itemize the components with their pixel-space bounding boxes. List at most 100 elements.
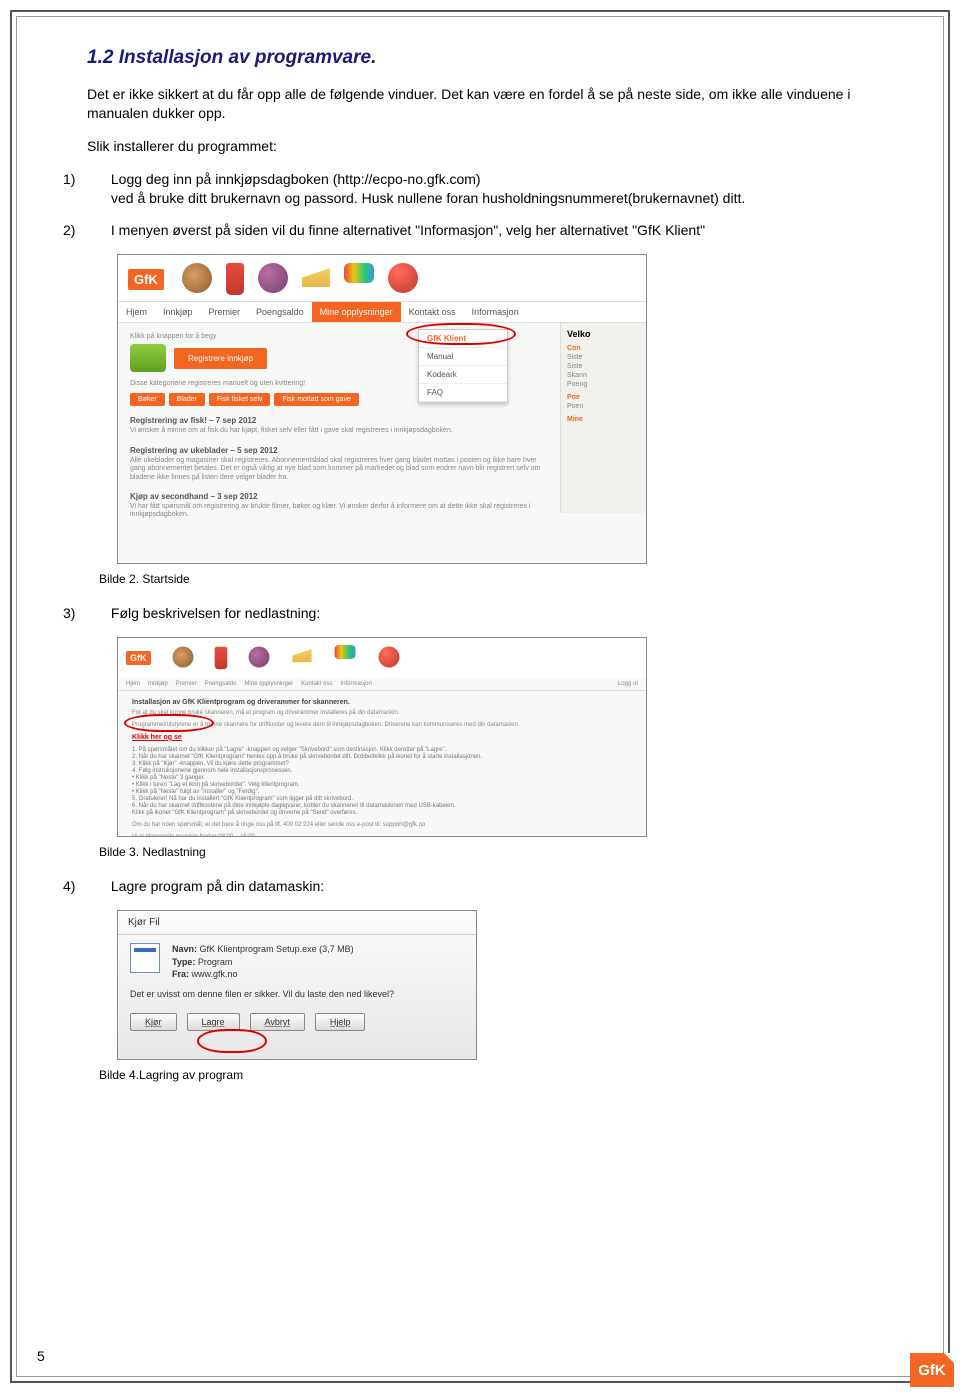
news-3-body: Vi har fått spørsmål om registrering av … — [130, 503, 548, 520]
product-onion-icon — [258, 263, 288, 293]
step-2: 2) I menyen øverst på siden vil du finne… — [87, 221, 873, 240]
news-1-title: Registrering av fisk! – 7 sep 2012 — [130, 416, 548, 425]
tab-mineopplysninger[interactable]: Mine opplysninger — [312, 302, 401, 322]
ss2-heading: Installasjon av GfK Klientprogram og dri… — [132, 699, 632, 706]
news-1: Registrering av fisk! – 7 sep 2012 Vi øn… — [130, 416, 548, 435]
sidebar-line: Siste — [567, 354, 640, 361]
ss2-content: Installasjon av GfK Klientprogram og dri… — [118, 691, 646, 837]
product-bowl-icon — [182, 263, 212, 293]
tab-premier[interactable]: Premier — [176, 681, 197, 687]
ss1-body: Klikk på knappen for å begy Registrere i… — [118, 323, 646, 513]
product-candy-icon — [344, 263, 374, 283]
product-icons-row — [170, 263, 636, 295]
register-button[interactable]: Registrere innkjøp — [174, 348, 267, 369]
ss2-header: GfK — [118, 638, 646, 678]
screenshot-nedlastning: GfK Hjem Innkjøp Premier Poengsaldo Mine… — [117, 637, 647, 837]
dd-faq[interactable]: FAQ — [419, 384, 507, 402]
dd-manual[interactable]: Manual — [419, 348, 507, 366]
kjor-button[interactable]: Kjør — [130, 1013, 177, 1031]
ss2-step: 5. Gratulerer! Nå har du installert "GfK… — [132, 796, 632, 802]
sidebar-h-mine: Mine — [567, 416, 640, 423]
cat-fiskselv[interactable]: Fisk fisket selv — [209, 393, 271, 406]
cat-blader[interactable]: Blader — [169, 393, 205, 406]
product-candy-icon — [334, 645, 355, 659]
news-1-body: Vi ønsker å minne om at fisk du har kjøp… — [130, 427, 548, 435]
sidebar-welcome: Velko — [567, 329, 640, 339]
dialog-title: Kjør Fil — [118, 911, 476, 935]
ss2-step-list: 1. På spørsmålet om du klikker på "Lagre… — [132, 747, 632, 816]
step-3-number: 3) — [87, 604, 107, 623]
row-type-label: Type: — [172, 957, 195, 967]
logout-link[interactable]: Logg ut — [618, 681, 638, 687]
gfk-logo-badge: GfK — [128, 269, 164, 290]
ss2-step: Klikk på ikonet "GfK Klientprogram" på s… — [132, 810, 632, 816]
ss1-sidebar: Velko Con Siste Siste Skann Poeng Poe Po… — [560, 323, 646, 513]
tab-hjem[interactable]: Hjem — [118, 302, 155, 322]
row-fra-label: Fra: — [172, 969, 189, 979]
ss1-header: GfK — [118, 255, 646, 301]
product-apple-icon — [378, 647, 399, 668]
gfk-logo-badge: GfK — [126, 651, 151, 665]
ss2-step: • Klikk på "Neste" fulgt av "Installer" … — [132, 789, 632, 795]
hjelp-button[interactable]: Hjelp — [315, 1013, 366, 1031]
gfk-corner-logo: GfK — [910, 1353, 954, 1387]
caption-bilde-2: Bilde 2. Startside — [99, 572, 873, 586]
step-3: 3) Følg beskrivelsen for nedlastning: — [87, 604, 873, 623]
row-fra-value: www.gfk.no — [192, 969, 238, 979]
dialog-info-rows: Navn: GfK Klientprogram Setup.exe (3,7 M… — [172, 943, 354, 981]
step-4-text: Lagre program på din datamaskin: — [107, 878, 324, 894]
news-3-title: Kjøp av secondhand – 3 sep 2012 — [130, 492, 548, 501]
row-type-value: Program — [198, 957, 233, 967]
highlight-oval-lagre — [197, 1029, 267, 1053]
highlight-oval-gfkclient — [406, 323, 516, 345]
step-1: 1) Logg deg inn på innkjøpsdagboken (htt… — [87, 170, 873, 208]
dialog-button-row: Kjør Lagre Avbryt Hjelp — [118, 1007, 476, 1041]
intro-paragraph: Det er ikke sikkert at du får opp alle d… — [87, 85, 873, 123]
ss2-step: • Klikk i turen "Lag et ikon på skrivebo… — [132, 782, 632, 788]
news-2-title: Registrering av ukeblader – 5 sep 2012 — [130, 446, 548, 455]
product-cheese-icon — [292, 646, 312, 663]
highlight-oval-download — [124, 714, 214, 732]
news-3: Kjøp av secondhand – 3 sep 2012 Vi har f… — [130, 492, 548, 520]
sidebar-h-poe: Poe — [567, 394, 640, 401]
dd-kodeark[interactable]: Kodeark — [419, 366, 507, 384]
tab-innkjop[interactable]: Innkjøp — [155, 302, 201, 322]
step-3-text: Følg beskrivelsen for nedlastning: — [107, 605, 320, 621]
product-bowl-icon — [172, 647, 193, 668]
news-2-body: Alle ukeblader og magasiner skal registr… — [130, 457, 548, 482]
product-onion-icon — [248, 647, 269, 668]
step-1-number: 1) — [87, 170, 107, 189]
step-1-text: Logg deg inn på innkjøpsdagboken (http:/… — [107, 171, 745, 206]
tab-mineopplysninger[interactable]: Mine opplysninger — [244, 681, 293, 687]
tab-informasjon[interactable]: Informasjon — [340, 681, 371, 687]
step-2-text: I menyen øverst på siden vil du finne al… — [107, 222, 705, 238]
dialog-question: Det er uvisst om denne filen er sikker. … — [118, 989, 476, 1007]
sidebar-h-con: Con — [567, 345, 640, 352]
sidebar-line: Poeng — [567, 381, 640, 388]
step-4-number: 4) — [87, 877, 107, 896]
product-icons-row — [156, 642, 639, 674]
tab-innkjop[interactable]: Innkjøp — [148, 681, 168, 687]
tab-poengsaldo[interactable]: Poengsaldo — [248, 302, 312, 322]
cat-boker[interactable]: Bøker — [130, 393, 165, 406]
tab-kontaktoss[interactable]: Kontakt oss — [401, 302, 464, 322]
tab-informasjon[interactable]: Informasjon — [464, 302, 527, 322]
caption-bilde-4: Bilde 4.Lagring av program — [99, 1068, 873, 1082]
section-heading: 1.2 Installasjon av programvare. — [87, 47, 873, 69]
cat-fiskgave[interactable]: Fisk mottatt som gave — [274, 393, 358, 406]
tab-kontaktoss[interactable]: Kontakt oss — [301, 681, 332, 687]
tab-premier[interactable]: Premier — [201, 302, 249, 322]
ss2-step: 4. Følg instruksjonene gjennom hele inst… — [132, 768, 632, 774]
screenshot-startside: GfK Hjem Innkjøp Premier Poengsaldo Mine… — [117, 254, 647, 564]
download-link[interactable]: Klikk her og se — [132, 734, 632, 741]
page-number: 5 — [37, 1348, 45, 1364]
tab-hjem[interactable]: Hjem — [126, 681, 140, 687]
row-navn-label: Navn: — [172, 944, 197, 954]
avbryt-button[interactable]: Avbryt — [250, 1013, 305, 1031]
tab-poengsaldo[interactable]: Poengsaldo — [205, 681, 237, 687]
step-4: 4) Lagre program på din datamaskin: — [87, 877, 873, 896]
ss2-support-1: Om du har noen spørsmål, er det bare å r… — [132, 822, 632, 830]
sidebar-line: Skann — [567, 372, 640, 379]
step-2-number: 2) — [87, 221, 107, 240]
sidebar-line: Siste — [567, 363, 640, 370]
